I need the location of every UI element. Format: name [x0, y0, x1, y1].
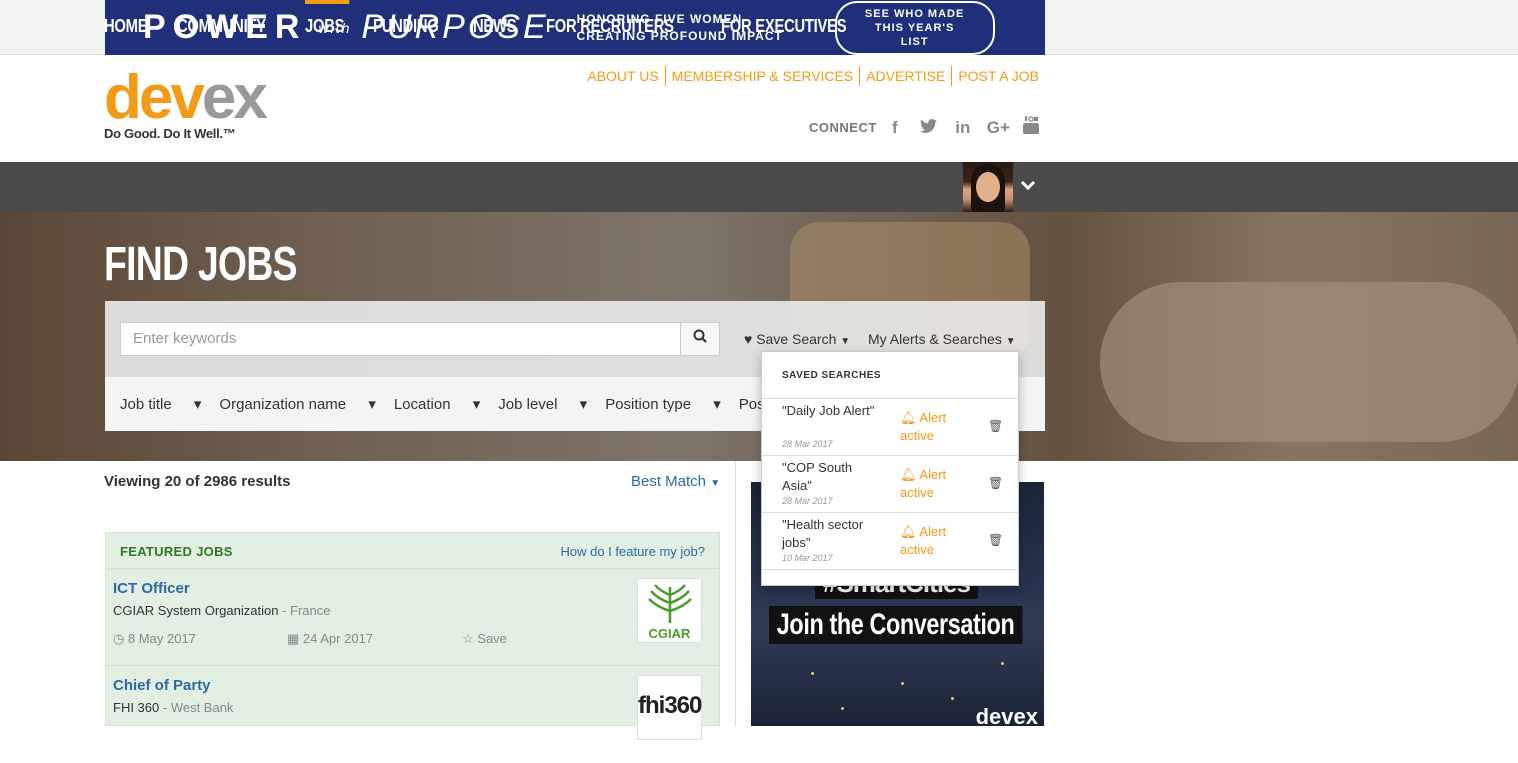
featured-jobs-header: FEATURED JOBS How do I feature my job? — [106, 533, 719, 569]
ad-devex-logo: devex — [975, 704, 1038, 726]
filter-job-level[interactable]: Job level ▾ — [498, 395, 587, 413]
twitter-icon[interactable] — [919, 118, 939, 138]
filter-organization-name[interactable]: Organization name ▾ — [219, 395, 375, 413]
my-alerts-label: My Alerts & Searches — [868, 331, 1002, 347]
job-organization: FHI 360 - West Bank — [113, 700, 234, 715]
trash-icon[interactable]: 🗑︎ — [988, 476, 1003, 490]
job-title-link[interactable]: ICT Officer — [113, 580, 190, 597]
bell-icon: 🔔︎ — [900, 410, 920, 425]
nav-for-executives[interactable]: FOR EXECUTIVES — [721, 0, 847, 50]
job-listing[interactable]: Chief of Party FHI 360 - West Bank fhi36… — [106, 666, 719, 763]
caret-down-icon: ▼ — [840, 336, 851, 347]
job-location: West Bank — [170, 700, 234, 715]
saved-search-name[interactable]: "Health sector jobs" — [782, 516, 882, 552]
membership-services-link[interactable]: MEMBERSHIP & SERVICES — [664, 66, 860, 86]
bell-icon: 🔔︎ — [900, 524, 920, 539]
job-listing[interactable]: ICT Officer CGIAR System Organization - … — [106, 569, 719, 666]
star-icon: ☆ — [462, 631, 478, 646]
featured-jobs-panel: FEATURED JOBS How do I feature my job? I… — [105, 532, 720, 740]
bell-icon: 🔔︎ — [900, 467, 920, 482]
advertise-link[interactable]: ADVERTISE — [859, 66, 951, 86]
nav-for-recruiters[interactable]: FOR RECRUITERS — [546, 0, 674, 50]
connect-label: CONNECT — [809, 120, 877, 135]
search-input[interactable]: Enter keywords — [120, 322, 681, 356]
caret-down-icon: ▼ — [710, 478, 721, 489]
devex-logo[interactable]: devex Do Good. Do It Well.™ — [104, 67, 268, 142]
saved-search-item[interactable]: "COP South Asia" 28 Mar 2017 🔔︎ Alert ac… — [762, 456, 1018, 513]
save-job-button[interactable]: ☆ Save — [462, 631, 507, 647]
clock-icon: ◷ — [113, 631, 128, 646]
main-navbar — [0, 162, 1518, 212]
saved-search-name[interactable]: "Daily Job Alert" — [782, 402, 882, 420]
logo-ex: ex — [201, 63, 268, 132]
job-organization: CGIAR System Organization - France — [113, 603, 331, 618]
saved-searches-header: SAVED SEARCHES — [762, 352, 1018, 399]
job-posted-date: ▦ 24 Apr 2017 — [287, 631, 374, 646]
saved-search-item[interactable]: "Daily Job Alert" 28 Mar 2017 🔔︎ Alert a… — [762, 399, 1018, 456]
job-deadline: ◷ 8 May 2017 — [113, 631, 196, 646]
nav-jobs[interactable]: JOBS — [305, 0, 350, 50]
saved-search-date: 28 Mar 2017 — [782, 439, 833, 449]
alert-status[interactable]: 🔔︎ Alert active — [900, 466, 960, 502]
nav-funding[interactable]: FUNDING — [373, 0, 439, 50]
saved-search-item[interactable]: "Health sector jobs" 10 Mar 2017 🔔︎ Aler… — [762, 513, 1018, 570]
chevron-down-icon[interactable] — [1020, 176, 1036, 197]
alert-status[interactable]: 🔔︎ Alert active — [900, 523, 960, 559]
job-title-link[interactable]: Chief of Party — [113, 677, 211, 694]
filter-location[interactable]: Location ▾ — [394, 395, 480, 413]
saved-search-name[interactable]: "COP South Asia" — [782, 459, 882, 495]
cgiar-logo-text: CGIAR — [648, 626, 691, 641]
logo-dev: dev — [104, 63, 205, 132]
page-title: FIND JOBS — [104, 238, 297, 291]
alert-status[interactable]: 🔔︎ Alert active — [900, 409, 960, 445]
facebook-icon[interactable]: f — [885, 118, 905, 138]
saved-searches-dropdown: SAVED SEARCHES "Daily Job Alert" 28 Mar … — [761, 351, 1019, 586]
filter-job-title[interactable]: Job title ▾ — [120, 395, 201, 413]
linkedin-icon[interactable]: in — [953, 118, 973, 138]
sort-dropdown[interactable]: Best Match ▼ — [631, 473, 720, 490]
ad-join-text: Join the Conversation — [769, 606, 1023, 644]
main-nav: HOME COMMUNITY JOBS FUNDING NEWS FOR REC… — [104, 0, 894, 50]
caret-down-icon: ▼ — [1005, 336, 1016, 347]
save-search-label: Save Search — [756, 331, 837, 347]
connect-social: CONNECT f in G+ — [809, 116, 1041, 139]
post-a-job-link[interactable]: POST A JOB — [951, 66, 1045, 86]
youtube-icon[interactable] — [1021, 116, 1041, 139]
trash-icon[interactable]: 🗑︎ — [988, 419, 1003, 433]
search-icon — [693, 329, 707, 343]
filter-position-type[interactable]: Position type ▾ — [605, 395, 721, 413]
save-search-button[interactable]: ♥ Save Search ▼ — [744, 331, 850, 347]
nav-community[interactable]: COMMUNITY — [177, 0, 266, 50]
my-alerts-searches-button[interactable]: My Alerts & Searches ▼ — [868, 331, 1016, 347]
calendar-icon: ▦ — [287, 631, 303, 646]
job-location: France — [290, 603, 331, 618]
fhi360-logo-text: fhi360 — [638, 692, 702, 719]
about-us-link[interactable]: ABOUT US — [581, 66, 664, 86]
feature-my-job-link[interactable]: How do I feature my job? — [560, 544, 705, 559]
avatar[interactable] — [963, 162, 1013, 212]
google-plus-icon[interactable]: G+ — [987, 118, 1010, 138]
trash-icon[interactable]: 🗑︎ — [988, 533, 1003, 547]
nav-news[interactable]: NEWS — [473, 0, 517, 50]
saved-search-date: 28 Mar 2017 — [782, 496, 833, 506]
column-divider — [735, 461, 736, 726]
search-button[interactable] — [680, 322, 720, 356]
fhi360-logo[interactable]: fhi360 — [637, 675, 702, 740]
cgiar-logo[interactable]: CGIAR — [637, 578, 702, 643]
saved-search-date: 10 Mar 2017 — [782, 553, 833, 563]
featured-jobs-title: FEATURED JOBS — [120, 544, 233, 559]
avatar-face — [976, 172, 1000, 202]
nav-home[interactable]: HOME — [104, 0, 148, 50]
top-links: ABOUT US MEMBERSHIP & SERVICES ADVERTISE… — [581, 66, 1045, 86]
results-count: Viewing 20 of 2986 results — [104, 473, 291, 490]
heart-icon: ♥ — [744, 331, 753, 347]
